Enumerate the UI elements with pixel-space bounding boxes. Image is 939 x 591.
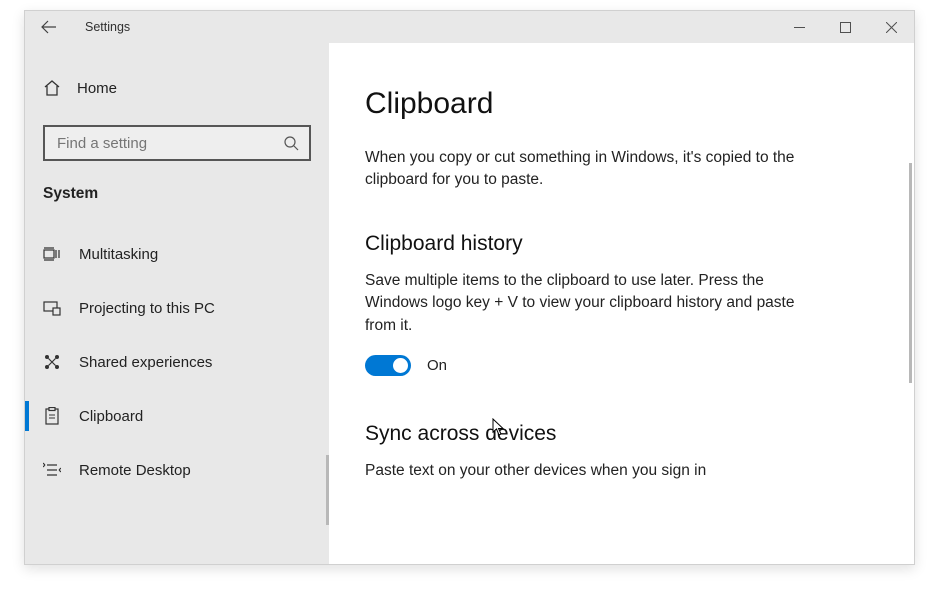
settings-window: Settings Home: [24, 10, 915, 565]
home-icon: [43, 79, 61, 97]
content-pane: Clipboard When you copy or cut something…: [329, 43, 914, 564]
sidebar: Home System Multitasking: [25, 43, 329, 564]
sidebar-item-label: Shared experiences: [79, 354, 212, 371]
maximize-button[interactable]: [822, 11, 868, 43]
clipboard-history-desc: Save multiple items to the clipboard to …: [365, 270, 805, 337]
clipboard-history-toggle[interactable]: [365, 355, 411, 376]
clipboard-icon: [43, 407, 61, 425]
sidebar-item-multitasking[interactable]: Multitasking: [25, 231, 329, 277]
search-field[interactable]: [57, 135, 283, 152]
content-scrollbar[interactable]: [909, 163, 912, 383]
sidebar-item-label: Multitasking: [79, 246, 158, 263]
minimize-button[interactable]: [776, 11, 822, 43]
shared-icon: [43, 353, 61, 371]
clipboard-history-heading: Clipboard history: [365, 232, 874, 256]
projecting-icon: [43, 299, 61, 317]
sidebar-item-label: Projecting to this PC: [79, 300, 215, 317]
sync-heading: Sync across devices: [365, 422, 874, 446]
page-intro: When you copy or cut something in Window…: [365, 147, 805, 192]
home-label: Home: [77, 80, 117, 97]
search-input[interactable]: [43, 125, 311, 161]
sync-desc: Paste text on your other devices when yo…: [365, 460, 805, 482]
titlebar: Settings: [25, 11, 914, 43]
toggle-state-label: On: [427, 357, 447, 374]
toggle-knob: [393, 358, 408, 373]
sidebar-item-projecting[interactable]: Projecting to this PC: [25, 285, 329, 331]
section-label: System: [25, 185, 329, 203]
search-icon: [283, 135, 299, 151]
sidebar-item-label: Clipboard: [79, 408, 143, 425]
remote-desktop-icon: [43, 461, 61, 479]
page-title: Clipboard: [365, 87, 874, 121]
sidebar-item-shared[interactable]: Shared experiences: [25, 339, 329, 385]
sidebar-item-label: Remote Desktop: [79, 462, 191, 479]
app-title: Settings: [85, 20, 130, 34]
back-button[interactable]: [41, 20, 57, 34]
sidebar-item-clipboard[interactable]: Clipboard: [25, 393, 329, 439]
multitasking-icon: [43, 245, 61, 263]
home-nav[interactable]: Home: [25, 73, 329, 103]
close-button[interactable]: [868, 11, 914, 43]
sidebar-item-remote-desktop[interactable]: Remote Desktop: [25, 447, 329, 493]
